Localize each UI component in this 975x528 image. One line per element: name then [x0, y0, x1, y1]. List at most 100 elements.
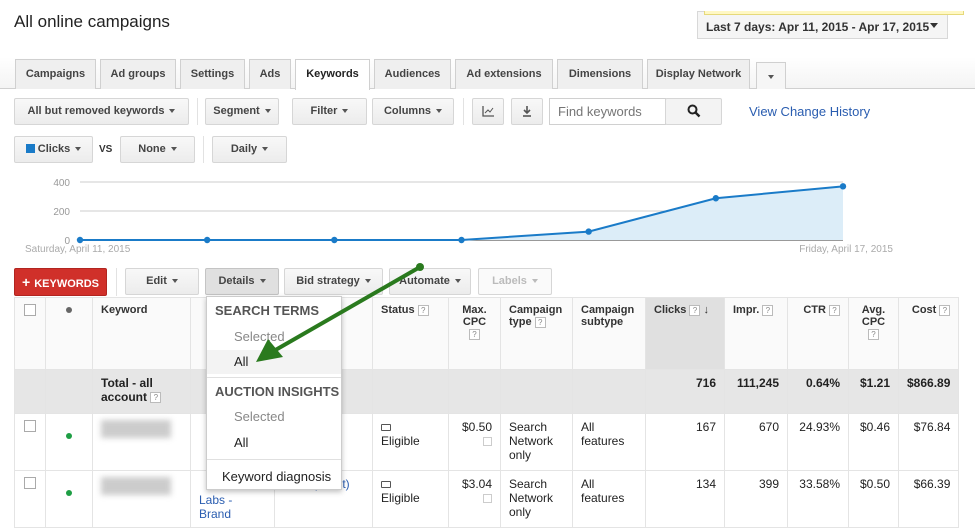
speech-bubble-icon[interactable] — [381, 481, 391, 488]
data-point[interactable] — [585, 228, 592, 235]
col-clicks[interactable]: Clicks ? ↓ — [645, 297, 725, 370]
more-tabs-button[interactable] — [756, 62, 786, 89]
tab-ad-extensions[interactable]: Ad extensions — [455, 59, 553, 89]
help-icon[interactable]: ? — [534, 316, 546, 328]
view-change-history-link[interactable]: View Change History — [749, 104, 870, 119]
bid-chart-icon[interactable] — [483, 494, 492, 503]
help-icon[interactable]: ? — [829, 304, 840, 316]
metric1-label: Clicks — [37, 143, 71, 155]
page-title: All online campaigns — [14, 12, 170, 31]
edit-button[interactable]: Edit — [125, 268, 199, 295]
interval-selector[interactable]: Daily — [212, 136, 287, 163]
columns-label: Columns — [383, 105, 432, 117]
bid-chart-icon[interactable] — [483, 437, 492, 446]
bid-strategy-label: Bid strategy — [296, 275, 360, 287]
cell — [14, 413, 46, 471]
date-range-picker[interactable]: Last 7 days: Apr 11, 2015 - Apr 17, 2015 — [697, 11, 964, 39]
campaign-subtype-cell: All features — [572, 413, 646, 471]
metric1-selector[interactable]: Clicks — [14, 136, 93, 163]
data-point[interactable] — [458, 236, 465, 244]
data-point[interactable] — [76, 236, 84, 244]
col-campaign-subtype-label: Campaign subtype — [581, 304, 635, 328]
select-all-checkbox[interactable] — [24, 304, 36, 316]
tab-audiences[interactable]: Audiences — [374, 59, 451, 89]
data-point[interactable] — [203, 236, 211, 244]
download-button[interactable] — [511, 98, 543, 125]
help-icon[interactable]: ? — [150, 392, 162, 404]
col-impr[interactable]: Impr. ? — [724, 297, 788, 370]
ad-group-link[interactable]: Labs - Brand — [199, 493, 266, 521]
automate-button[interactable]: Automate — [389, 268, 471, 295]
metric2-selector[interactable]: None — [120, 136, 195, 163]
col-status[interactable]: Status ? — [372, 297, 449, 370]
tab-keywords[interactable]: Keywords — [295, 59, 370, 90]
help-icon[interactable]: ? — [939, 304, 951, 316]
row-checkbox[interactable] — [24, 420, 36, 432]
add-keywords-label: KEYWORDS — [34, 278, 99, 290]
labels-button[interactable]: Labels — [478, 268, 552, 295]
keyword-cell — [92, 413, 191, 471]
chevron-down-icon — [364, 279, 371, 284]
search-terms-selected-item[interactable]: Selected — [207, 325, 341, 349]
bid-strategy-button[interactable]: Bid strategy — [284, 268, 383, 295]
col-avg-cpc[interactable]: Avg. CPC? — [848, 297, 899, 370]
max-cpc-value[interactable]: $0.50 — [462, 420, 492, 434]
auction-insights-selected-item[interactable]: Selected — [207, 405, 341, 429]
auction-insights-all-item[interactable]: All — [207, 431, 341, 455]
col-campaign-type[interactable]: Campaign type ? — [500, 297, 573, 370]
toggle-graph-button[interactable] — [472, 98, 504, 125]
data-point[interactable] — [331, 236, 338, 244]
search-button[interactable] — [665, 98, 722, 125]
cell — [500, 369, 573, 414]
x-start-label: Saturday, April 11, 2015 — [25, 244, 131, 255]
impr-cell: 670 — [724, 413, 788, 471]
keywords-table: Keyword Status ? Max. CPC? Campaign type… — [14, 297, 960, 528]
keyword-search-input[interactable] — [549, 98, 666, 125]
col-keyword[interactable]: Keyword — [92, 297, 191, 370]
speech-bubble-icon[interactable] — [381, 424, 391, 431]
max-cpc-value[interactable]: $3.04 — [462, 477, 492, 491]
avg-cpc-cell: $0.46 — [848, 413, 899, 471]
col-ctr[interactable]: CTR ? — [787, 297, 849, 370]
cell — [572, 369, 646, 414]
tab-ad-groups[interactable]: Ad groups — [100, 59, 176, 89]
col-max-cpc[interactable]: Max. CPC? — [448, 297, 501, 370]
total-cost: $866.89 — [897, 369, 960, 414]
tab-campaigns[interactable]: Campaigns — [15, 59, 96, 89]
cell — [14, 369, 46, 414]
x-end-label: Friday, April 17, 2015 — [799, 244, 893, 255]
add-keywords-button[interactable]: + KEYWORDS — [14, 268, 107, 296]
help-icon[interactable]: ? — [417, 304, 429, 316]
keyword-status-filter[interactable]: All but removed keywords — [14, 98, 189, 125]
redacted-keyword[interactable] — [101, 477, 171, 495]
col-cost[interactable]: Cost ? — [897, 297, 960, 370]
columns-button[interactable]: Columns — [372, 98, 454, 125]
tab-display-network[interactable]: Display Network — [647, 59, 750, 89]
segment-button[interactable]: Segment — [205, 98, 279, 125]
enabled-status-dot — [66, 433, 72, 439]
help-icon[interactable]: ? — [762, 304, 774, 316]
redacted-keyword[interactable] — [101, 420, 171, 438]
help-icon[interactable]: ? — [469, 328, 480, 340]
chevron-down-icon — [531, 279, 538, 284]
details-button[interactable]: Details — [205, 268, 279, 295]
tab-ads[interactable]: Ads — [249, 59, 291, 89]
col-campaign-subtype[interactable]: Campaign subtype — [572, 297, 646, 370]
tab-settings[interactable]: Settings — [180, 59, 245, 89]
row-checkbox[interactable] — [24, 477, 36, 489]
search-terms-header: SEARCH TERMS — [215, 303, 320, 318]
help-icon[interactable]: ? — [868, 328, 879, 340]
tab-dimensions[interactable]: Dimensions — [557, 59, 643, 89]
keyword-cell — [92, 470, 191, 528]
search-terms-all-item[interactable]: All — [207, 350, 341, 374]
chevron-down-icon — [169, 109, 176, 114]
keyword-diagnosis-item[interactable]: Keyword diagnosis — [207, 465, 341, 489]
details-dropdown-menu: SEARCH TERMS Selected All AUCTION INSIGH… — [206, 296, 342, 490]
help-icon[interactable]: ? — [689, 304, 701, 316]
filter-button[interactable]: Filter — [292, 98, 367, 125]
y-tick-label: 400 — [53, 178, 70, 189]
data-point[interactable] — [839, 183, 847, 190]
data-point[interactable] — [712, 195, 720, 202]
cost-cell: $66.39 — [897, 470, 960, 528]
table-row: Labs - Brand bs (exact) Eligible $3.04 S… — [14, 470, 960, 528]
